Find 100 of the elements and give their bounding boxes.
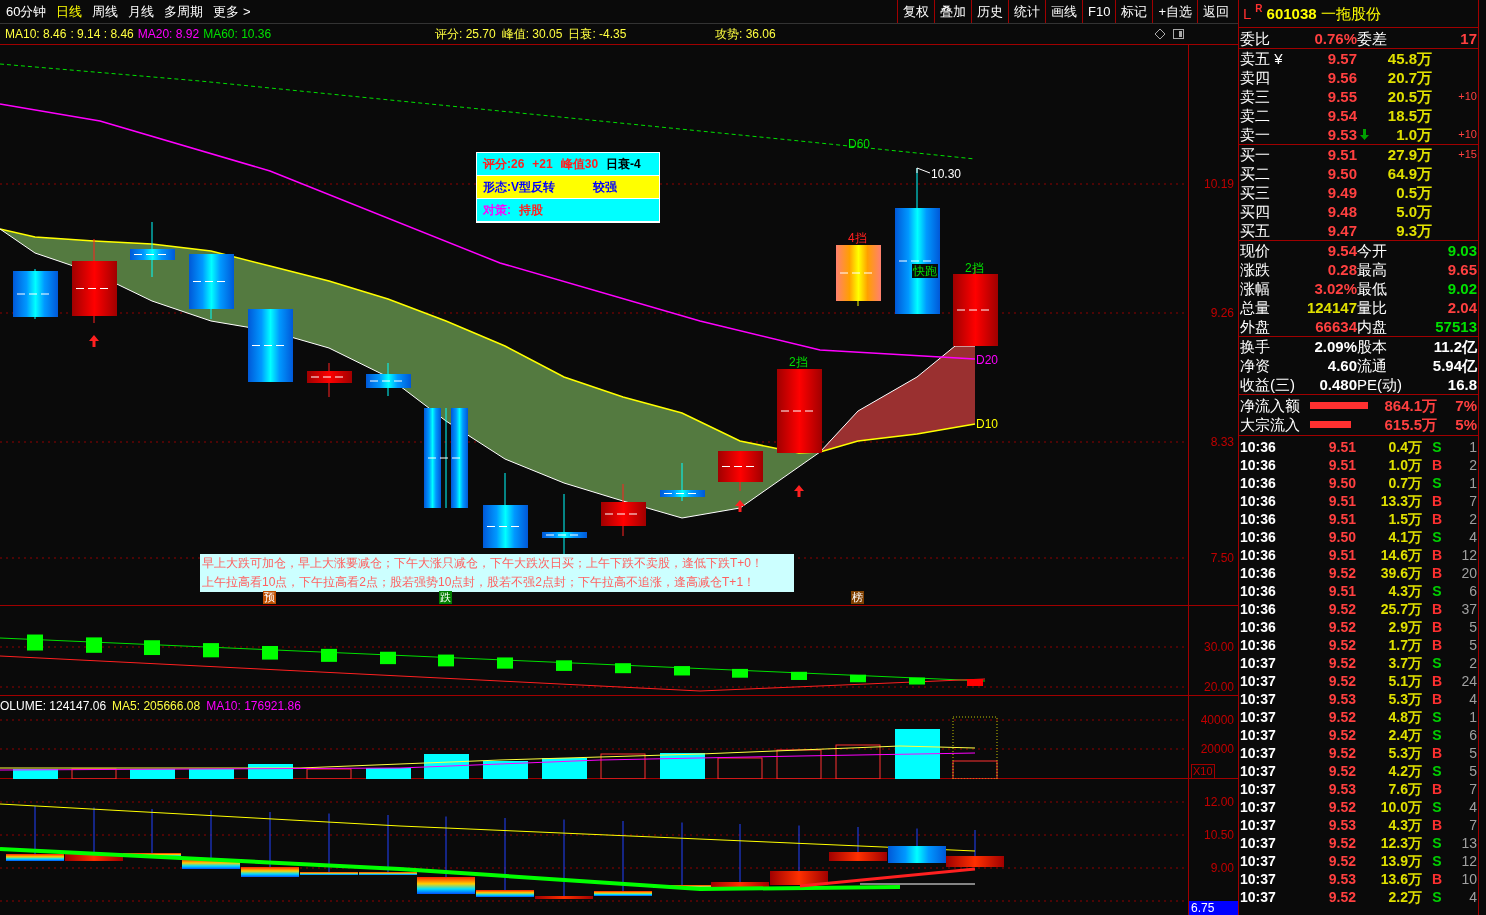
tick-price: 9.50 (1327, 528, 1356, 546)
tick-volume: 39.6万 (1379, 564, 1422, 582)
tick-side: S (1431, 852, 1443, 870)
quote-label: 最高 (1357, 260, 1388, 279)
period-tab[interactable]: 更多 > (213, 1, 251, 22)
tick-count: 7 (1468, 780, 1477, 798)
tick-time: 10:36 (1240, 600, 1277, 618)
volume-bar (130, 769, 175, 779)
period-tab[interactable]: 日线 (56, 1, 83, 22)
tick-price: 9.52 (1327, 798, 1356, 816)
quote-label: 现价 (1240, 241, 1271, 260)
volume-bar (13, 769, 58, 779)
volume-legend: OLUME: 124147.06 (0, 697, 107, 715)
tick-price: 9.52 (1327, 762, 1356, 780)
tick-count: 12 (1460, 852, 1477, 870)
tick-volume: 4.3万 (1387, 582, 1422, 600)
tick-volume: 1.7万 (1387, 636, 1422, 654)
tick-count: 10 (1460, 870, 1477, 888)
ma-legend: MA10: 8.46 (5, 25, 67, 43)
tick-volume: 2.9万 (1387, 618, 1422, 636)
tick-volume: 2.2万 (1387, 888, 1422, 906)
tick-side: B (1430, 600, 1444, 618)
axis-label: 30.00 (1203, 640, 1234, 654)
toolbar-button[interactable]: 统计 (1008, 0, 1045, 23)
tick-volume: 13.9万 (1379, 852, 1422, 870)
period-tab[interactable]: 月线 (128, 1, 155, 22)
toolbar-button[interactable]: +自选 (1152, 0, 1197, 23)
tick-count: 37 (1460, 600, 1477, 618)
period-tab[interactable]: 多周期 (164, 1, 204, 22)
toolbar-button[interactable]: 叠加 (934, 0, 971, 23)
quote-label: 内盘 (1357, 317, 1388, 336)
toolbar-button[interactable]: 画线 (1045, 0, 1082, 23)
oscillator-bar (850, 674, 866, 683)
tick-count: 5 (1468, 762, 1477, 780)
stock-code: 601038 (1266, 4, 1317, 23)
quote-label: PE(动) (1357, 375, 1403, 394)
period-tab[interactable]: 周线 (92, 1, 119, 22)
oscillator-bar (380, 651, 396, 665)
quote-label: 股本 (1357, 337, 1388, 356)
order-price: 9.54 (1326, 106, 1357, 125)
tick-price: 9.51 (1327, 510, 1356, 528)
stem-line (151, 808, 153, 854)
toolbar-button[interactable]: F10 (1082, 0, 1116, 23)
order-price: 9.51 (1326, 145, 1357, 164)
period-tab[interactable]: 60分钟 (6, 1, 47, 22)
tick-price: 9.51 (1327, 456, 1356, 474)
toolbar-button[interactable]: 历史 (971, 0, 1008, 23)
tick-time: 10:36 (1240, 474, 1277, 492)
tick-count: 1 (1468, 474, 1477, 492)
candlestick (836, 244, 881, 307)
order-price: 9.49 (1326, 183, 1357, 202)
order-level: 买五 (1240, 221, 1271, 240)
tick-price: 9.52 (1327, 600, 1356, 618)
panel-icon[interactable] (1173, 29, 1184, 39)
tick-count: 4 (1468, 690, 1477, 708)
order-level: 卖四 (1240, 68, 1271, 87)
volume-forecast-outline (952, 716, 998, 779)
toolbar-button[interactable]: 标记 (1115, 0, 1153, 23)
volume-bar (306, 768, 352, 779)
quote-label: 收益(三) (1240, 375, 1295, 394)
tick-price: 9.53 (1327, 780, 1356, 798)
order-change: +15 (1457, 147, 1477, 162)
ma-legend: MA60: 10.36 (203, 25, 272, 43)
tick-price: 9.52 (1327, 654, 1356, 672)
tick-side: B (1430, 510, 1444, 528)
order-level: 卖五 ¥ (1240, 49, 1284, 68)
quote-label: 总量 (1240, 298, 1271, 317)
tick-price: 9.52 (1327, 708, 1356, 726)
quote-label: 最低 (1357, 279, 1388, 298)
tick-count: 4 (1468, 888, 1477, 906)
tick-count: 4 (1468, 528, 1477, 546)
order-volume: 5.0万 (1395, 202, 1432, 221)
up-arrow-icon (735, 500, 745, 512)
toolbar-button[interactable]: 返回 (1197, 0, 1234, 23)
tick-side: B (1430, 546, 1444, 564)
flow-bar (1310, 421, 1351, 428)
indicator-bar (182, 859, 240, 869)
tick-side: S (1431, 834, 1443, 852)
quote-value: 17 (1459, 28, 1477, 48)
order-price: 9.48 (1326, 202, 1357, 221)
tick-side: S (1431, 528, 1443, 546)
volume-bar (189, 769, 234, 779)
tick-count: 4 (1468, 798, 1477, 816)
volume-bar (952, 760, 998, 779)
quote-value: 57513 (1434, 317, 1477, 336)
chart-label: 2挡 (965, 261, 984, 275)
quote-value: 11.2亿 (1432, 337, 1477, 356)
flow-amount: 864.1万 (1383, 396, 1437, 415)
tick-count: 2 (1468, 654, 1477, 672)
order-level: 卖三 (1240, 87, 1271, 106)
info-text: 日衰-4 (606, 156, 641, 173)
tick-side: S (1431, 762, 1443, 780)
order-volume: 27.9万 (1386, 145, 1432, 164)
score-value: 日衰: -4.35 (568, 26, 627, 43)
current-value-tag: 6.75 (1189, 901, 1238, 915)
toolbar-button[interactable]: 复权 (897, 0, 934, 23)
tick-volume: 5.3万 (1387, 690, 1422, 708)
volume-bar (600, 753, 646, 779)
candlestick (660, 462, 705, 502)
axis-label: 9.26 (1210, 306, 1234, 320)
